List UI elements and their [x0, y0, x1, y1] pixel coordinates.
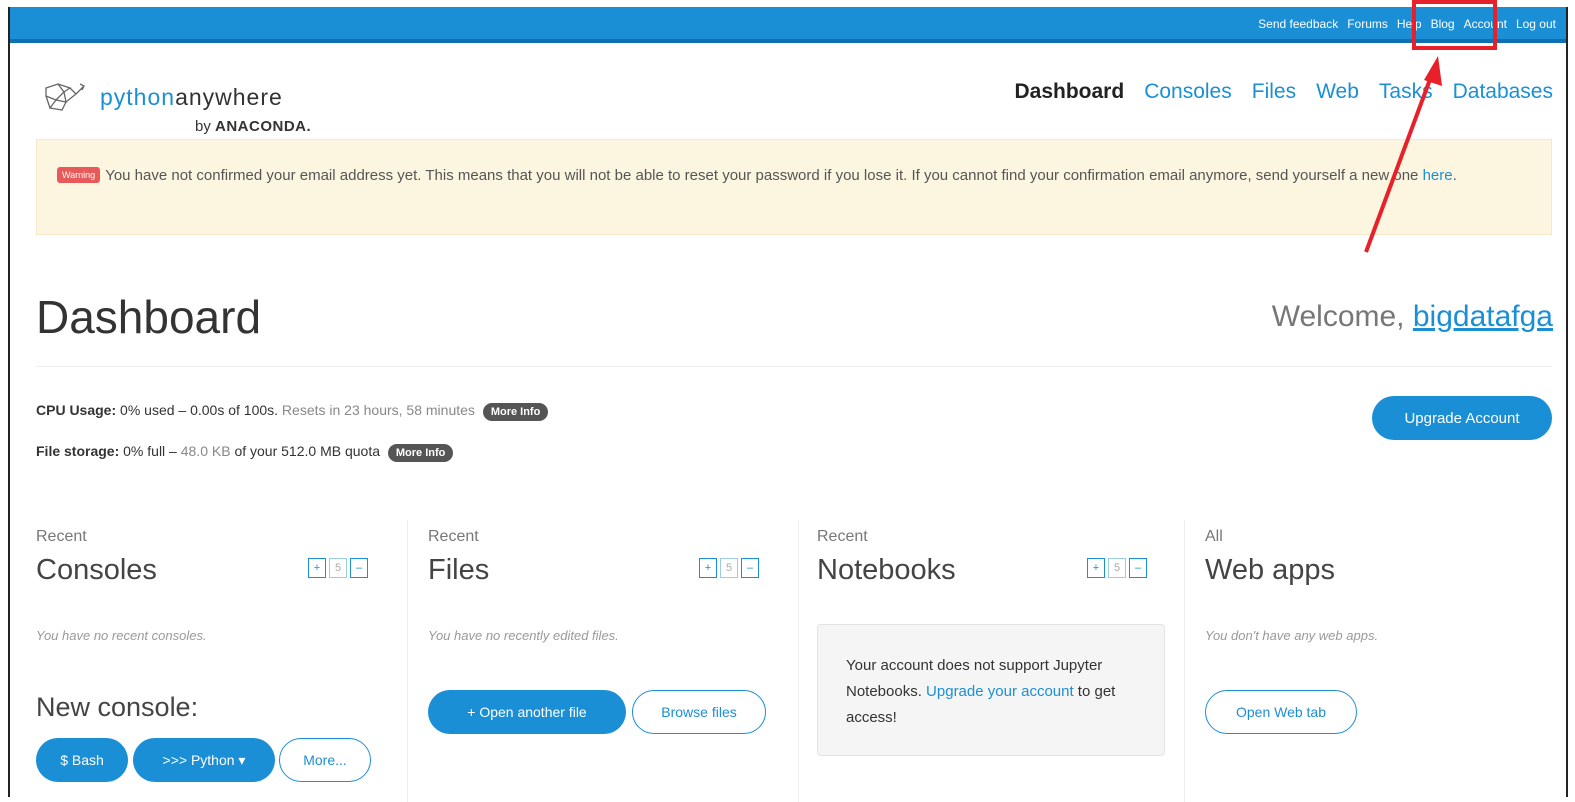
logo-text-anywhere: anywhere	[175, 84, 283, 110]
files-heading: Files	[428, 554, 490, 586]
count-value: 5	[1108, 558, 1126, 578]
notebooks-panel: Recent Notebooks + 5 – Your account does…	[798, 520, 1183, 802]
notebooks-heading: Notebooks	[817, 554, 956, 586]
decrease-button[interactable]: –	[741, 558, 759, 578]
resend-email-link[interactable]: here	[1423, 167, 1453, 184]
file-storage: File storage: 0% full – 48.0 KB of your …	[36, 443, 454, 462]
cpu-usage-value: 0% used – 0.00s of 100s.	[116, 402, 279, 418]
files-count-stepper: + 5 –	[699, 558, 759, 578]
cpu-usage-label: CPU Usage:	[36, 402, 117, 418]
new-console-heading: New console:	[36, 692, 199, 722]
file-storage-label: File storage:	[36, 443, 120, 459]
forums-link[interactable]: Forums	[1347, 17, 1388, 31]
consoles-panel: Recent Consoles + 5 – You have no recent…	[36, 520, 391, 802]
webapps-heading: Web apps	[1205, 554, 1336, 586]
file-storage-used: 48.0 KB	[180, 443, 231, 459]
send-feedback-link[interactable]: Send feedback	[1258, 17, 1338, 31]
python-console-button[interactable]: >>> Python ▾	[133, 738, 275, 782]
welcome-message: Welcome, bigdatafga	[1272, 300, 1553, 334]
welcome-text: Welcome,	[1271, 300, 1413, 333]
files-small-heading: Recent	[428, 528, 479, 545]
decrease-button[interactable]: –	[1129, 558, 1147, 578]
notebooks-count-stepper: + 5 –	[1087, 558, 1147, 578]
logo-text: pythonanywhere	[100, 84, 283, 111]
logo-byline: by ANACONDA.	[195, 118, 311, 135]
consoles-small-heading: Recent	[36, 528, 87, 545]
storage-more-info-button[interactable]: More Info	[387, 444, 454, 462]
decrease-button[interactable]: –	[350, 558, 368, 578]
nav-web[interactable]: Web	[1316, 80, 1359, 104]
upgrade-account-button[interactable]: Upgrade Account	[1372, 396, 1552, 440]
notebooks-small-heading: Recent	[817, 528, 868, 545]
files-empty-message: You have no recently edited files.	[428, 628, 619, 643]
warning-badge: Warning	[57, 167, 101, 183]
webapps-small-heading: All	[1205, 528, 1223, 545]
nav-files[interactable]: Files	[1252, 80, 1296, 104]
open-another-file-button[interactable]: + Open another file	[428, 690, 626, 734]
increase-button[interactable]: +	[1087, 558, 1105, 578]
open-web-tab-button[interactable]: Open Web tab	[1205, 690, 1357, 734]
page-title: Dashboard	[36, 291, 262, 343]
more-consoles-button[interactable]: More...	[279, 738, 371, 782]
bash-console-button[interactable]: $ Bash	[36, 738, 128, 782]
pythonanywhere-logo-icon	[45, 83, 85, 111]
top-nav: Send feedback Forums Help Blog Account L…	[1258, 17, 1556, 31]
username-link[interactable]: bigdatafga	[1413, 300, 1553, 333]
nav-consoles[interactable]: Consoles	[1144, 80, 1232, 104]
cpu-reset-text: Resets in 23 hours, 58 minutes	[278, 402, 475, 418]
blog-link[interactable]: Blog	[1431, 17, 1455, 31]
logo-text-python: python	[100, 84, 176, 110]
nav-databases[interactable]: Databases	[1453, 80, 1553, 104]
notebooks-unsupported-notice: Your account does not support Jupyter No…	[817, 624, 1165, 756]
consoles-count-stepper: + 5 –	[308, 558, 368, 578]
count-value: 5	[720, 558, 738, 578]
consoles-heading: Consoles	[36, 554, 157, 586]
files-panel-inner: Recent Files + 5 – You have no recently …	[428, 520, 788, 802]
logout-link[interactable]: Log out	[1516, 17, 1556, 31]
consoles-empty-message: You have no recent consoles.	[36, 628, 207, 643]
warning-end: .	[1452, 167, 1457, 184]
browse-files-button[interactable]: Browse files	[632, 690, 766, 734]
main-nav: Dashboard Consoles Files Web Tasks Datab…	[1015, 80, 1554, 104]
nav-dashboard[interactable]: Dashboard	[1015, 80, 1125, 104]
help-link[interactable]: Help	[1397, 17, 1422, 31]
file-storage-quota: of your 512.0 MB quota	[230, 443, 380, 459]
upgrade-account-link[interactable]: Upgrade your account	[926, 683, 1074, 700]
cpu-more-info-button[interactable]: More Info	[482, 403, 549, 421]
increase-button[interactable]: +	[699, 558, 717, 578]
file-storage-value: 0% full –	[119, 443, 181, 459]
divider	[36, 366, 1552, 367]
logo-by: by	[195, 118, 211, 135]
webapps-empty-message: You don't have any web apps.	[1205, 628, 1379, 643]
email-warning-banner: Warning You have not confirmed your email…	[36, 139, 1552, 235]
cpu-usage: CPU Usage: 0% used – 0.00s of 100s. Rese…	[36, 402, 549, 421]
warning-text: You have not confirmed your email addres…	[105, 167, 1423, 184]
top-bar: Send feedback Forums Help Blog Account L…	[8, 7, 1568, 43]
webapps-panel: All Web apps You don't have any web apps…	[1184, 520, 1564, 802]
nav-tasks[interactable]: Tasks	[1379, 80, 1433, 104]
logo-company: ANACONDA.	[215, 118, 312, 135]
webapps-panel-inner: All Web apps You don't have any web apps…	[1205, 520, 1555, 802]
files-panel: Recent Files + 5 – You have no recently …	[407, 520, 792, 802]
count-value: 5	[329, 558, 347, 578]
notebooks-panel-inner: Recent Notebooks + 5 – Your account does…	[817, 520, 1177, 802]
increase-button[interactable]: +	[308, 558, 326, 578]
account-link[interactable]: Account	[1464, 17, 1507, 31]
